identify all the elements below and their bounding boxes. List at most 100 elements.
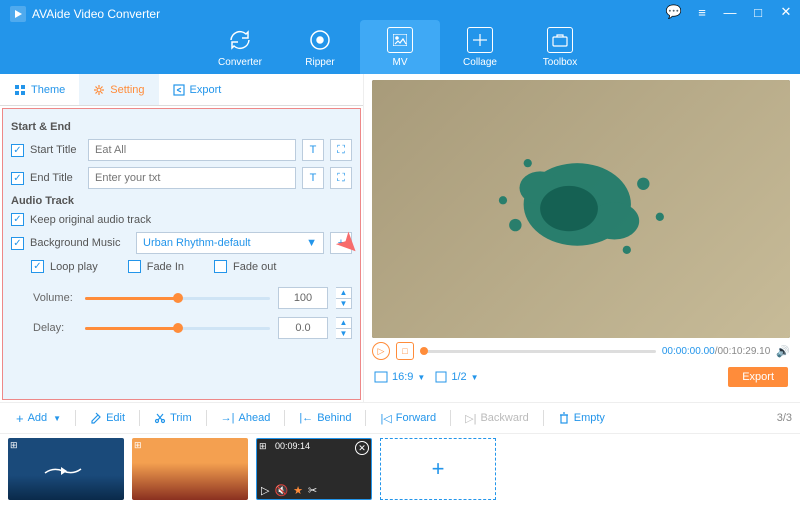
- empty-button[interactable]: Empty: [550, 408, 613, 428]
- fade-in-label: Fade In: [147, 261, 184, 273]
- zoom-dropdown[interactable]: 1/2 ▼: [435, 371, 478, 383]
- video-preview[interactable]: [372, 80, 790, 338]
- nav-converter[interactable]: Converter: [200, 20, 280, 74]
- start-title-text-style-button[interactable]: T: [302, 139, 324, 161]
- clip-thumbnail-1[interactable]: ⊞: [8, 438, 124, 500]
- content-area: Theme Setting Export Start & End ✓ Start…: [0, 74, 800, 402]
- audio-track-heading: Audio Track: [11, 195, 352, 207]
- forward-button[interactable]: |◁Forward: [372, 408, 444, 429]
- start-title-expand-button[interactable]: ⛶: [330, 139, 352, 161]
- settings-panel: Start & End ✓ Start Title T ⛶ ✓ End Titl…: [2, 108, 361, 400]
- chevron-down-icon: ▼: [471, 373, 479, 382]
- mv-icon: [387, 27, 413, 53]
- end-title-input[interactable]: [88, 167, 296, 189]
- volume-spinner[interactable]: ▲▼: [336, 287, 352, 309]
- maximize-icon[interactable]: □: [750, 4, 766, 20]
- feedback-icon[interactable]: 💬: [666, 4, 682, 20]
- mute-icon[interactable]: 🔇: [274, 484, 288, 497]
- start-title-input[interactable]: [88, 139, 296, 161]
- page-indicator: 3/3: [777, 412, 792, 424]
- delay-spinner[interactable]: ▲▼: [336, 317, 352, 339]
- chevron-down-icon: ▼: [417, 373, 425, 382]
- end-title-label: End Title: [30, 172, 82, 184]
- ripper-icon: [307, 27, 333, 53]
- stop-button[interactable]: □: [396, 342, 414, 360]
- toolbox-icon: [547, 27, 573, 53]
- start-title-label: Start Title: [30, 144, 82, 156]
- clip-thumbnail-3-selected[interactable]: ⊞ 00:09:14 ✕ ▷ 🔇 ★ ✂: [256, 438, 372, 500]
- tab-export[interactable]: Export: [159, 74, 236, 105]
- volume-label: Volume:: [33, 292, 77, 304]
- trim-button[interactable]: Trim: [146, 408, 200, 428]
- export-button[interactable]: Export: [728, 367, 788, 387]
- keep-original-label: Keep original audio track: [30, 214, 151, 226]
- minimize-icon[interactable]: —: [722, 4, 738, 20]
- add-button[interactable]: +Add▼: [8, 407, 69, 430]
- play-button[interactable]: ▷: [372, 342, 390, 360]
- backward-button: ▷|Backward: [457, 408, 537, 429]
- bg-music-add-button[interactable]: +: [330, 232, 352, 254]
- grid-icon: ⊞: [10, 440, 18, 451]
- playback-options: ✓ Loop play Fade In Fade out: [11, 260, 352, 279]
- window-controls: 💬 ≡ — □ ✕: [666, 4, 794, 20]
- app-header: AVAide Video Converter 💬 ≡ — □ ✕ Convert…: [0, 0, 800, 74]
- thumbnail-row: ⊞ ⊞ ⊞ 00:09:14 ✕ ▷ 🔇 ★ ✂ +: [0, 434, 800, 504]
- clip-thumbnail-2[interactable]: ⊞: [132, 438, 248, 500]
- menu-icon[interactable]: ≡: [694, 4, 710, 20]
- start-title-checkbox[interactable]: ✓: [11, 144, 24, 157]
- play-icon[interactable]: ▷: [261, 484, 269, 497]
- end-title-expand-button[interactable]: ⛶: [330, 167, 352, 189]
- end-title-text-style-button[interactable]: T: [302, 167, 324, 189]
- timeline-toolbar: +Add▼ Edit Trim →|Ahead |←Behind |◁Forwa…: [0, 402, 800, 434]
- start-end-heading: Start & End: [11, 121, 352, 133]
- playback-bar: ▷ □ 00:00:00.00/00:10:29.10 🔊: [372, 338, 790, 364]
- left-pane: Theme Setting Export Start & End ✓ Start…: [0, 74, 364, 402]
- converter-icon: [227, 27, 253, 53]
- app-title: AVAide Video Converter: [32, 7, 160, 21]
- aspect-ratio-dropdown[interactable]: 16:9 ▼: [374, 371, 425, 383]
- grid-icon: ⊞: [259, 441, 267, 452]
- add-clip-button[interactable]: +: [380, 438, 496, 500]
- star-icon[interactable]: ★: [293, 484, 303, 497]
- collage-icon: [467, 27, 493, 53]
- bg-music-dropdown[interactable]: Urban Rhythm-default ▼: [136, 232, 324, 254]
- tab-setting[interactable]: Setting: [79, 74, 158, 105]
- ahead-button[interactable]: →|Ahead: [213, 408, 279, 428]
- nav-collage[interactable]: Collage: [440, 20, 520, 74]
- volume-value[interactable]: 100: [278, 287, 328, 309]
- end-title-row: ✓ End Title T ⛶: [11, 167, 352, 189]
- start-title-row: ✓ Start Title T ⛶: [11, 139, 352, 161]
- volume-icon[interactable]: 🔊: [776, 345, 790, 358]
- right-pane: ▷ □ 00:00:00.00/00:10:29.10 🔊 16:9 ▼ 1/2…: [364, 74, 800, 402]
- keep-original-row: ✓ Keep original audio track: [11, 213, 352, 226]
- sub-tabs: Theme Setting Export: [0, 74, 363, 106]
- end-title-checkbox[interactable]: ✓: [11, 172, 24, 185]
- seek-slider[interactable]: [420, 350, 656, 353]
- nav-mv[interactable]: MV: [360, 20, 440, 74]
- volume-row: Volume: 100 ▲▼: [11, 287, 352, 309]
- delay-value[interactable]: 0.0: [278, 317, 328, 339]
- close-icon[interactable]: ✕: [778, 4, 794, 20]
- delay-slider[interactable]: [85, 327, 270, 330]
- bg-music-checkbox[interactable]: ✓: [11, 237, 24, 250]
- keep-original-checkbox[interactable]: ✓: [11, 213, 24, 226]
- fade-out-checkbox[interactable]: [214, 260, 227, 273]
- loop-checkbox[interactable]: ✓: [31, 260, 44, 273]
- remove-clip-button[interactable]: ✕: [355, 441, 369, 455]
- edit-button[interactable]: Edit: [82, 408, 133, 428]
- nav-ripper[interactable]: Ripper: [280, 20, 360, 74]
- fade-out-label: Fade out: [233, 261, 276, 273]
- volume-slider[interactable]: [85, 297, 270, 300]
- title-area: AVAide Video Converter: [0, 0, 170, 28]
- preview-splash-graphic: [456, 126, 707, 291]
- loop-label: Loop play: [50, 261, 98, 273]
- app-logo-icon: [10, 6, 26, 22]
- clip-duration: 00:09:14: [275, 441, 310, 451]
- nav-toolbox[interactable]: Toolbox: [520, 20, 600, 74]
- tab-theme[interactable]: Theme: [0, 74, 79, 105]
- scissors-icon[interactable]: ✂: [308, 484, 317, 497]
- behind-button[interactable]: |←Behind: [291, 408, 359, 428]
- delay-row: Delay: 0.0 ▲▼: [11, 317, 352, 339]
- bg-music-label: Background Music: [30, 237, 130, 249]
- fade-in-checkbox[interactable]: [128, 260, 141, 273]
